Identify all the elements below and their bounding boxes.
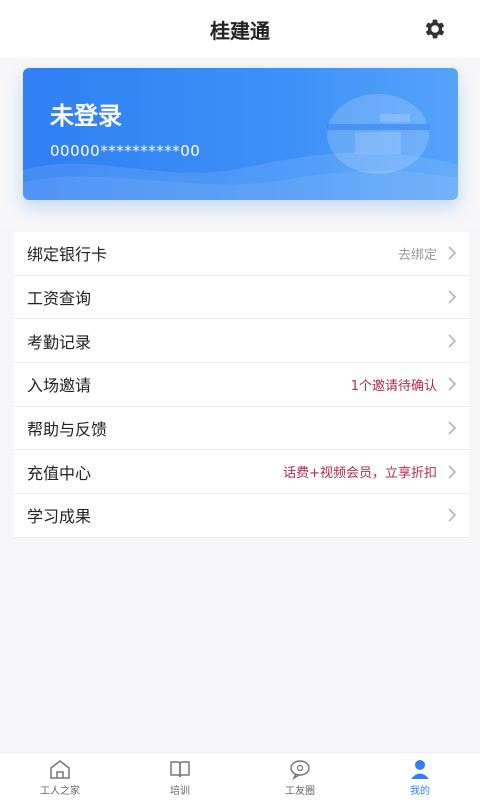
card-number: 00000**********00 xyxy=(50,142,201,160)
menu-item-wage-query[interactable]: 工资查询 xyxy=(14,276,469,320)
tab-label: 工友圈 xyxy=(285,786,315,797)
app-header: 桂建通 xyxy=(0,0,480,58)
menu-item-label: 帮助与反馈 xyxy=(27,420,108,440)
menu-item-label: 考勤记录 xyxy=(27,332,92,352)
card-area: 未登录 00000**********00 xyxy=(0,58,480,226)
chevron-right-icon xyxy=(448,377,457,391)
chevron-right-icon xyxy=(448,421,457,435)
menu-item-hint: 话费+视频会员，立享折扣 xyxy=(283,466,437,482)
chevron-right-icon xyxy=(448,290,457,304)
tab-label: 工人之家 xyxy=(40,786,80,797)
login-card[interactable]: 未登录 00000**********00 xyxy=(23,68,458,200)
user-icon xyxy=(411,760,429,779)
tab-training[interactable]: 培训 xyxy=(120,753,240,800)
menu-item-help-feedback[interactable]: 帮助与反馈 xyxy=(14,407,469,451)
bank-logo-icon xyxy=(327,94,429,174)
chevron-right-icon xyxy=(448,246,457,260)
book-icon xyxy=(170,761,190,778)
menu-item-hint: 去绑定 xyxy=(397,247,437,263)
tab-workers-home[interactable]: 工人之家 xyxy=(0,753,120,800)
menu-item-bind-bank-card[interactable]: 绑定银行卡 去绑定 xyxy=(14,232,469,276)
menu-item-recharge-center[interactable]: 充值中心 话费+视频会员，立享折扣 xyxy=(14,450,469,495)
menu-item-label: 充值中心 xyxy=(27,463,92,483)
tab-label: 培训 xyxy=(170,786,190,797)
menu-item-hint: 1个邀请待确认 xyxy=(350,378,437,394)
tab-mine[interactable]: 我的 xyxy=(360,753,480,800)
menu-list: 绑定银行卡 去绑定 工资查询 考勤记录 入场邀请 1个邀请待确认 帮助与反馈 充… xyxy=(14,232,469,538)
menu-item-entry-invitation[interactable]: 入场邀请 1个邀请待确认 xyxy=(14,363,469,407)
home-icon xyxy=(50,760,70,779)
chat-icon xyxy=(290,760,310,780)
menu-item-label: 入场邀请 xyxy=(27,376,92,396)
menu-item-label: 绑定银行卡 xyxy=(27,245,108,265)
settings-button[interactable] xyxy=(422,16,448,42)
gear-icon xyxy=(425,19,445,39)
menu-item-learning-results[interactable]: 学习成果 xyxy=(14,494,469,538)
page-title: 桂建通 xyxy=(210,18,270,43)
chevron-right-icon xyxy=(448,508,457,523)
tab-worker-circle[interactable]: 工友圈 xyxy=(240,753,360,800)
menu-item-label: 学习成果 xyxy=(27,507,92,527)
chevron-right-icon xyxy=(448,334,457,348)
menu-item-label: 工资查询 xyxy=(27,289,92,309)
menu-item-attendance[interactable]: 考勤记录 xyxy=(14,319,469,364)
login-status: 未登录 xyxy=(50,102,122,130)
bottom-tab-bar: 工人之家 培训 工友圈 我的 xyxy=(0,752,480,800)
chevron-right-icon xyxy=(448,465,457,479)
tab-label: 我的 xyxy=(410,786,430,797)
